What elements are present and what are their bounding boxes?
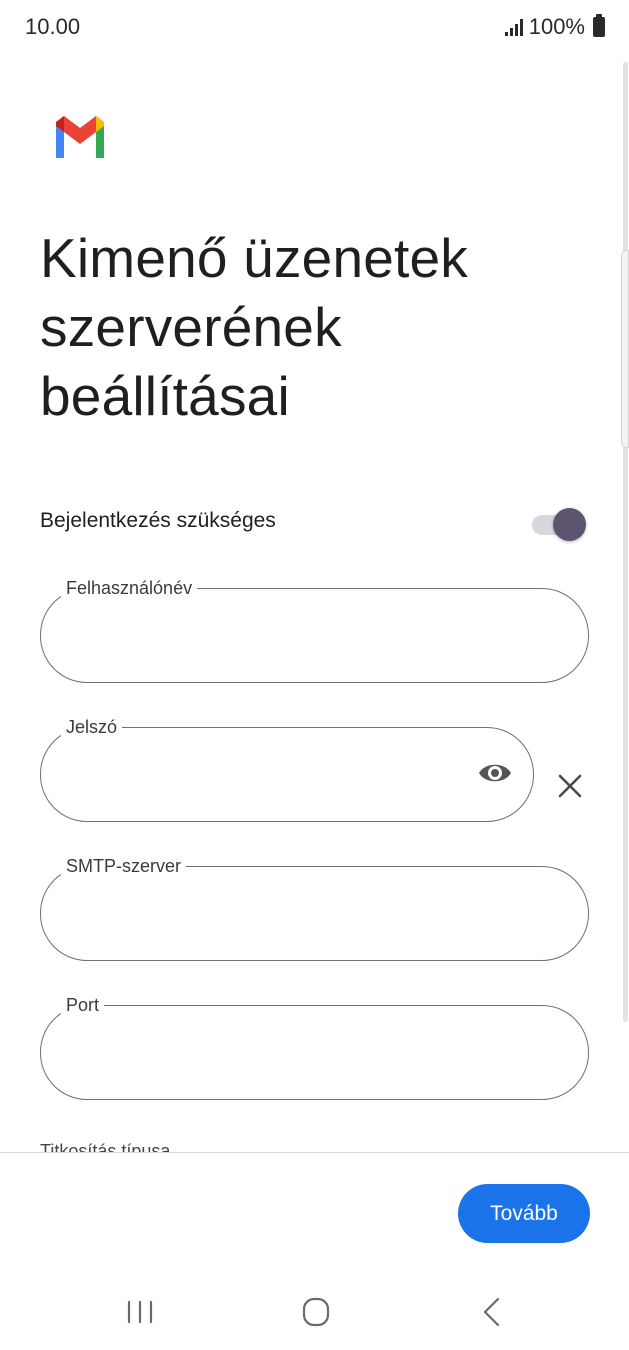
page-title: Kimenő üzenetek szerverének beállításai <box>40 227 468 427</box>
status-time: 10.00 <box>25 14 81 39</box>
smtp-server-input[interactable] <box>67 895 450 933</box>
next-button[interactable]: Tovább <box>458 1184 590 1243</box>
recents-icon[interactable] <box>120 1294 160 1330</box>
username-field[interactable]: Felhasználónév <box>40 576 589 683</box>
login-required-row: Bejelentkezés szükséges <box>40 500 590 544</box>
system-nav-bar <box>0 1272 629 1350</box>
status-bar: 10.00 100% <box>0 0 629 56</box>
battery-icon <box>593 14 605 37</box>
username-label: Felhasználónév <box>61 576 198 600</box>
gmail-logo-icon <box>56 116 104 158</box>
home-icon[interactable] <box>296 1294 336 1330</box>
smtp-server-label: SMTP-szerver <box>61 854 187 878</box>
encryption-type-label: Titkosítás típusa <box>40 1141 171 1153</box>
smtp-server-field[interactable]: SMTP-szerver <box>40 854 589 961</box>
password-input[interactable] <box>67 756 412 794</box>
scroll-handle[interactable] <box>621 250 629 448</box>
login-required-label: Bejelentkezés szükséges <box>40 509 276 532</box>
scrollbar[interactable] <box>623 62 628 1022</box>
back-icon[interactable] <box>472 1294 512 1330</box>
close-icon[interactable] <box>556 772 584 800</box>
port-input[interactable] <box>67 1034 450 1072</box>
login-required-toggle[interactable] <box>532 506 586 541</box>
toggle-thumb <box>553 508 586 541</box>
port-label: Port <box>61 993 105 1017</box>
signal-icon <box>504 18 523 36</box>
bottom-action-bar: Tovább <box>0 1152 629 1272</box>
eye-icon[interactable] <box>477 759 513 787</box>
password-field[interactable]: Jelszó <box>40 715 534 822</box>
port-field[interactable]: Port <box>40 993 589 1100</box>
password-label: Jelszó <box>61 715 123 739</box>
status-indicators: 100% <box>504 14 605 40</box>
username-input[interactable] <box>67 617 450 655</box>
battery-percent: 100% <box>528 14 585 39</box>
